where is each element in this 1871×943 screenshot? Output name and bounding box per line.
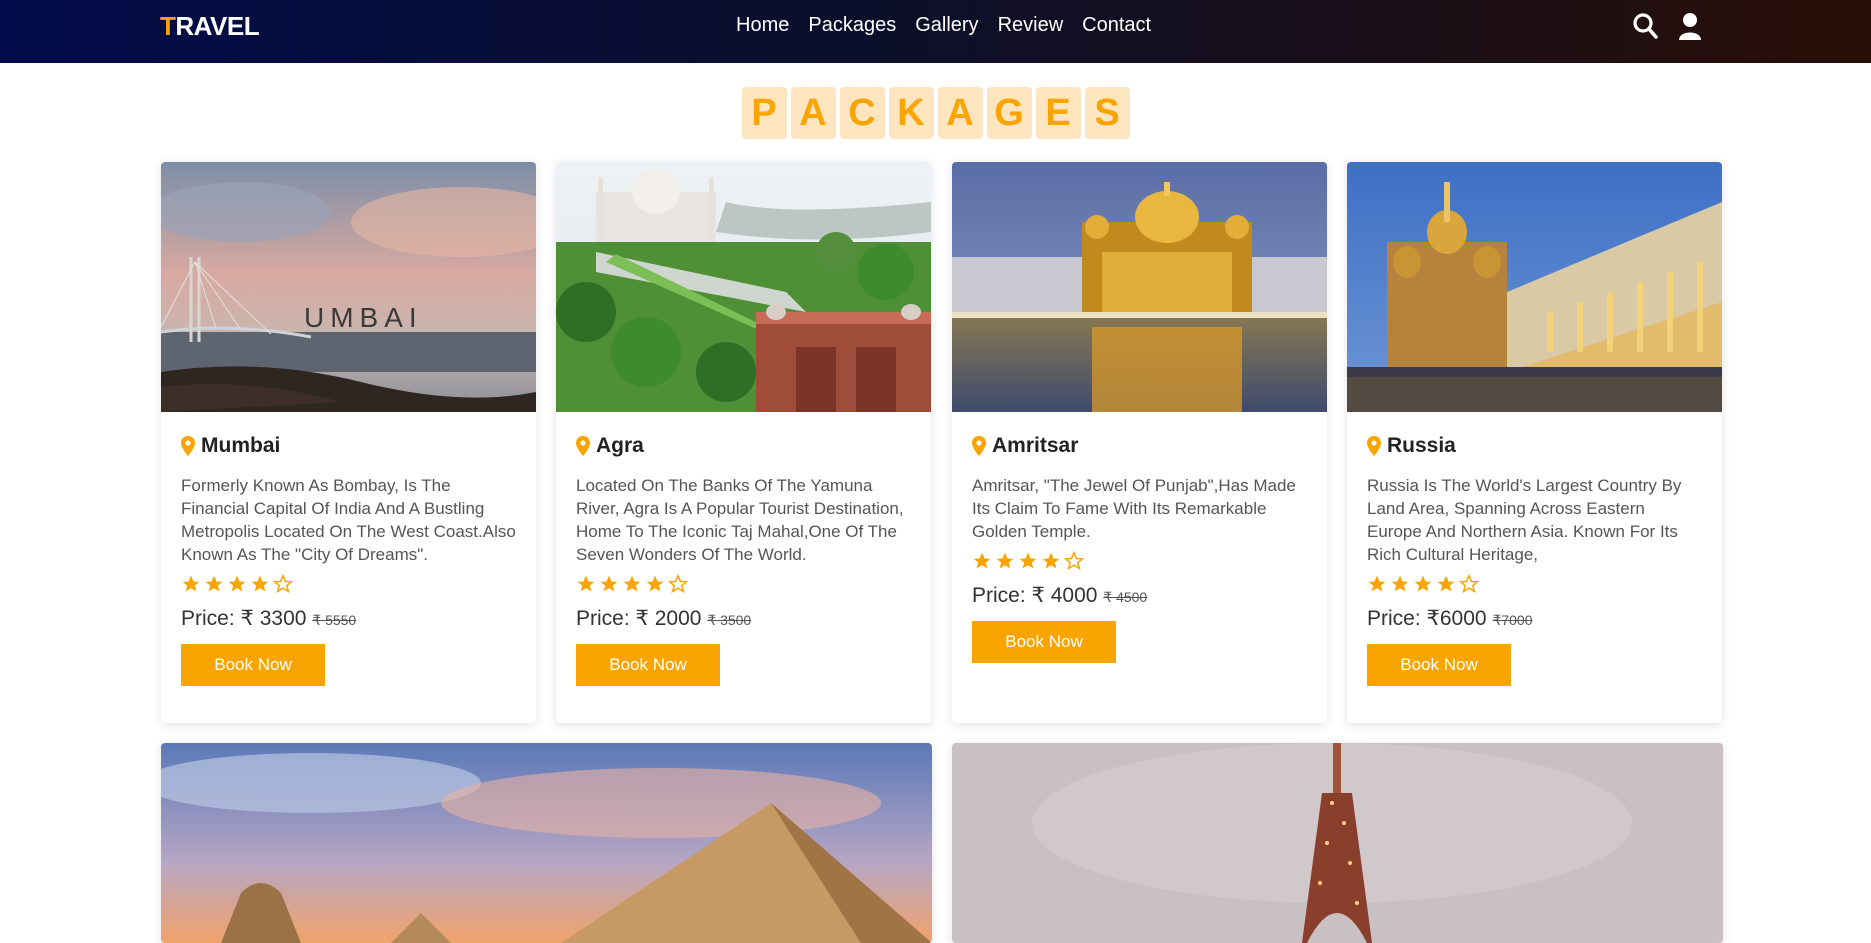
title-letter: K bbox=[888, 87, 934, 139]
package-name-text: Amritsar bbox=[992, 434, 1079, 457]
book-now-button[interactable]: Book Now bbox=[1367, 644, 1511, 686]
star-filled-icon bbox=[1437, 575, 1455, 592]
price-current: Price: ₹6000 bbox=[1367, 607, 1487, 630]
package-name: Agra bbox=[576, 432, 911, 460]
book-now-button[interactable]: Book Now bbox=[972, 621, 1116, 663]
price-old: ₹ 5550 bbox=[312, 612, 357, 628]
star-filled-icon bbox=[996, 552, 1014, 569]
star-filled-icon bbox=[646, 575, 664, 592]
star-filled-icon bbox=[251, 575, 269, 592]
book-now-button[interactable]: Book Now bbox=[576, 644, 720, 686]
package-name: Russia bbox=[1367, 432, 1702, 460]
title-letter: C bbox=[839, 87, 885, 139]
star-filled-icon bbox=[1019, 552, 1037, 569]
star-filled-icon bbox=[973, 552, 991, 569]
star-filled-icon bbox=[623, 575, 641, 592]
main-nav: Home Packages Gallery Review Contact bbox=[736, 14, 1151, 37]
search-icon[interactable] bbox=[1632, 12, 1658, 40]
nav-home[interactable]: Home bbox=[736, 14, 789, 37]
price-current: Price: ₹ 4000 bbox=[972, 584, 1098, 607]
price-old: ₹ 3500 bbox=[707, 612, 752, 628]
star-filled-icon bbox=[1368, 575, 1386, 592]
mumbai-image-text: UMBAI bbox=[304, 302, 423, 333]
title-letter: P bbox=[741, 87, 787, 139]
star-filled-icon bbox=[205, 575, 223, 592]
rating-stars bbox=[576, 574, 911, 596]
book-now-button[interactable]: Book Now bbox=[181, 644, 325, 686]
map-marker-icon bbox=[576, 436, 590, 456]
user-icon[interactable] bbox=[1678, 12, 1702, 40]
star-filled-icon bbox=[577, 575, 595, 592]
star-filled-icon bbox=[1042, 552, 1060, 569]
russia-image bbox=[1347, 162, 1722, 412]
map-marker-icon bbox=[972, 436, 986, 456]
package-name-text: Mumbai bbox=[201, 434, 281, 457]
package-price: Price: ₹ 2000 ₹ 3500 bbox=[576, 606, 911, 631]
map-marker-icon bbox=[1367, 436, 1381, 456]
star-empty-icon bbox=[273, 574, 293, 594]
star-filled-icon bbox=[182, 575, 200, 592]
star-empty-icon bbox=[1459, 574, 1479, 594]
title-letter: E bbox=[1035, 87, 1081, 139]
package-card-egypt-image bbox=[161, 743, 932, 943]
star-empty-icon bbox=[1064, 551, 1084, 571]
package-description: Formerly Known As Bombay, Is The Financi… bbox=[181, 476, 516, 564]
rating-stars bbox=[181, 574, 516, 596]
star-filled-icon bbox=[1391, 575, 1409, 592]
price-current: Price: ₹ 3300 bbox=[181, 607, 307, 630]
nav-gallery[interactable]: Gallery bbox=[915, 14, 978, 37]
package-name-text: Russia bbox=[1387, 434, 1456, 457]
package-name: Amritsar bbox=[972, 432, 1307, 460]
package-price: Price: ₹ 3300 ₹ 5550 bbox=[181, 606, 516, 631]
rating-stars bbox=[972, 551, 1307, 573]
package-price: Price: ₹ 4000 ₹ 4500 bbox=[972, 583, 1307, 608]
package-name-text: Agra bbox=[596, 434, 644, 457]
nav-packages[interactable]: Packages bbox=[808, 14, 896, 37]
package-description: Russia Is The World's Largest Country By… bbox=[1367, 476, 1682, 564]
package-card-mumbai: UMBAI Mumbai Formerly Known As Bombay, I… bbox=[161, 162, 536, 723]
price-old: ₹7000 bbox=[1492, 612, 1533, 628]
agra-image bbox=[556, 162, 931, 412]
title-letter: A bbox=[937, 87, 983, 139]
package-card-amritsar: Amritsar Amritsar, "The Jewel Of Punjab"… bbox=[952, 162, 1327, 723]
package-card-paris-image bbox=[952, 743, 1723, 943]
price-current: Price: ₹ 2000 bbox=[576, 607, 702, 630]
price-old: ₹ 4500 bbox=[1103, 589, 1148, 605]
package-description: Located On The Banks Of The Yamuna River… bbox=[576, 476, 904, 564]
title-letter: G bbox=[986, 87, 1032, 139]
package-card-agra: Agra Located On The Banks Of The Yamuna … bbox=[556, 162, 931, 723]
star-filled-icon bbox=[600, 575, 618, 592]
nav-review[interactable]: Review bbox=[998, 14, 1064, 37]
logo-first-letter: T bbox=[160, 11, 176, 41]
star-empty-icon bbox=[668, 574, 688, 594]
top-navbar: TRAVEL Home Packages Gallery Review Cont… bbox=[0, 0, 1871, 63]
rating-stars bbox=[1367, 574, 1702, 596]
package-card-russia: Russia Russia Is The World's Largest Cou… bbox=[1347, 162, 1722, 723]
header-icons bbox=[1632, 12, 1702, 40]
star-filled-icon bbox=[1414, 575, 1432, 592]
section-title-packages: P A C K A G E S bbox=[0, 87, 1871, 139]
map-marker-icon bbox=[181, 436, 195, 456]
amritsar-image bbox=[952, 162, 1327, 412]
logo-rest: RAVEL bbox=[175, 11, 260, 41]
star-filled-icon bbox=[228, 575, 246, 592]
package-description: Amritsar, "The Jewel Of Punjab",Has Made… bbox=[972, 476, 1296, 541]
package-name: Mumbai bbox=[181, 432, 516, 460]
mumbai-image: UMBAI bbox=[161, 162, 536, 412]
title-letter: S bbox=[1084, 87, 1130, 139]
nav-contact[interactable]: Contact bbox=[1082, 14, 1151, 37]
package-price: Price: ₹6000 ₹7000 bbox=[1367, 606, 1702, 631]
title-letter: A bbox=[790, 87, 836, 139]
logo[interactable]: TRAVEL bbox=[160, 11, 260, 42]
